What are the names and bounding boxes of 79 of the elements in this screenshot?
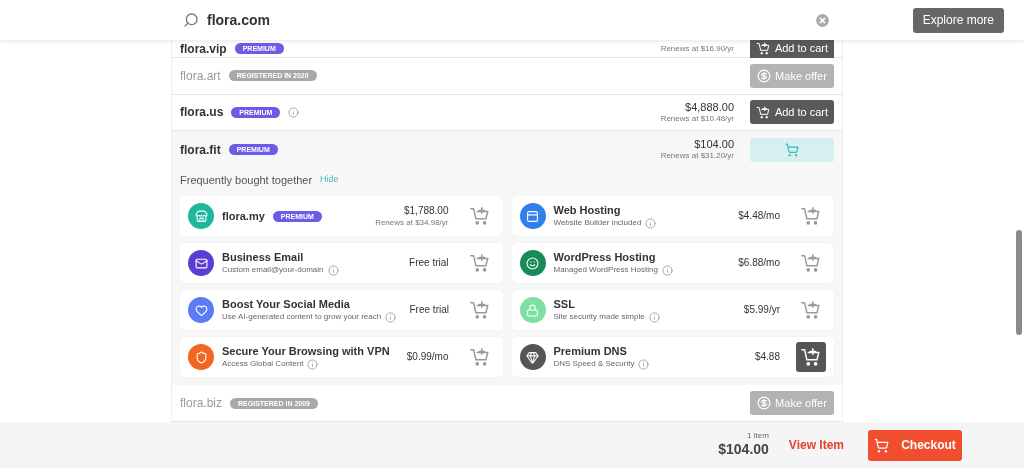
cart-plus-icon	[800, 299, 822, 322]
dollar-icon	[757, 68, 772, 83]
browser-window-icon	[526, 209, 539, 223]
product-title: SSL	[553, 298, 575, 312]
clear-icon[interactable]	[814, 11, 831, 29]
view-item-link[interactable]: View Item	[788, 436, 844, 454]
product-title: Business Email	[222, 251, 304, 265]
cart-plus-icon	[468, 205, 491, 228]
product-subtitle: Custom email@your-domain	[222, 265, 324, 276]
info-icon[interactable]	[645, 217, 657, 229]
info-icon[interactable]	[307, 358, 319, 370]
product-title: Secure Your Browsing with VPN	[222, 345, 390, 359]
info-icon[interactable]	[327, 264, 339, 276]
renewal-price: Renews at $16.90/yr	[660, 43, 734, 54]
info-icon[interactable]	[638, 358, 650, 370]
domain-price: $104.00	[694, 137, 734, 152]
make-offer-button[interactable]: Make offer	[750, 63, 834, 88]
heart-icon	[194, 303, 208, 317]
cart-plus-icon	[800, 205, 822, 228]
info-icon[interactable]	[288, 106, 300, 118]
product-price: $5.99/yr	[743, 304, 780, 317]
product-price: Free trial	[409, 304, 449, 317]
domain-name: flora.vip	[180, 40, 227, 58]
product-title: Boost Your Social Media	[222, 298, 350, 312]
domain-name: flora.biz	[180, 395, 223, 413]
product-subtitle: DNS Speed & Security	[553, 359, 635, 370]
renewal-price: Renews at $31.20/yr	[660, 151, 734, 162]
cart-plus-icon	[755, 104, 771, 120]
product-price: $1,788.00	[404, 205, 449, 218]
domain-price: $4,888.00	[685, 100, 734, 115]
envelope-icon	[194, 256, 208, 270]
section-heading: Frequently bought together	[180, 172, 313, 188]
cart-plus-icon	[755, 41, 771, 56]
padlock-icon	[526, 303, 539, 317]
shield-icon	[194, 350, 208, 364]
scrollbar-thumb[interactable]	[1016, 230, 1022, 335]
domain-name: flora.art	[180, 67, 221, 85]
cart-plus-icon	[800, 346, 822, 369]
product-title: Web Hosting	[553, 204, 621, 218]
cart-plus-icon	[468, 252, 491, 275]
product-price: $4.48/mo	[738, 210, 780, 223]
add-to-cart-button[interactable]	[796, 342, 826, 373]
info-icon[interactable]	[385, 311, 397, 323]
product-title: Premium DNS	[553, 345, 627, 359]
item-count: 1 item	[747, 431, 769, 442]
product-title: flora.my	[222, 209, 265, 224]
info-icon[interactable]	[661, 264, 673, 276]
make-offer-button[interactable]: Make offer	[750, 391, 834, 416]
product-price: $0.99/mo	[406, 351, 449, 364]
renewal-price: Renews at $34.98/yr	[375, 217, 449, 228]
search-field[interactable]: flora.com	[171, 9, 843, 31]
cart-check-icon	[785, 142, 799, 157]
product-subtitle: Use AI-generated content to grow your reach	[222, 312, 382, 323]
domain-name: flora.us	[180, 104, 224, 122]
cart-total: $104.00	[718, 441, 769, 459]
in-cart-button[interactable]	[750, 137, 834, 162]
info-icon[interactable]	[648, 311, 660, 323]
explore-more-button[interactable]: Explore more	[912, 7, 1004, 33]
cart-plus-icon	[800, 252, 822, 275]
product-subtitle: Website Builder included	[553, 218, 642, 229]
product-price: $6.88/mo	[738, 257, 780, 270]
cart-plus-icon	[468, 299, 491, 322]
dollar-icon	[757, 396, 772, 411]
renewal-price: Renews at $10.48/yr	[660, 114, 734, 125]
product-subtitle: Managed WordPress Hosting	[553, 265, 658, 276]
product-title: WordPress Hosting	[553, 251, 656, 265]
domain-name: flora.fit	[180, 141, 221, 159]
checkout-button[interactable]: Checkout	[868, 429, 962, 461]
product-subtitle: Site security made simple	[553, 312, 645, 323]
search-icon	[183, 12, 199, 28]
cart-plus-icon	[468, 346, 491, 369]
product-subtitle: Access Global Content	[222, 359, 304, 370]
store-icon	[194, 209, 208, 223]
product-price: Free trial	[409, 257, 449, 270]
product-price: $4.88	[754, 351, 780, 364]
diamond-icon	[526, 350, 539, 364]
cart-icon	[874, 437, 890, 453]
hide-link[interactable]: Hide	[320, 173, 339, 187]
add-to-cart-button[interactable]: Add to cart	[750, 100, 834, 125]
